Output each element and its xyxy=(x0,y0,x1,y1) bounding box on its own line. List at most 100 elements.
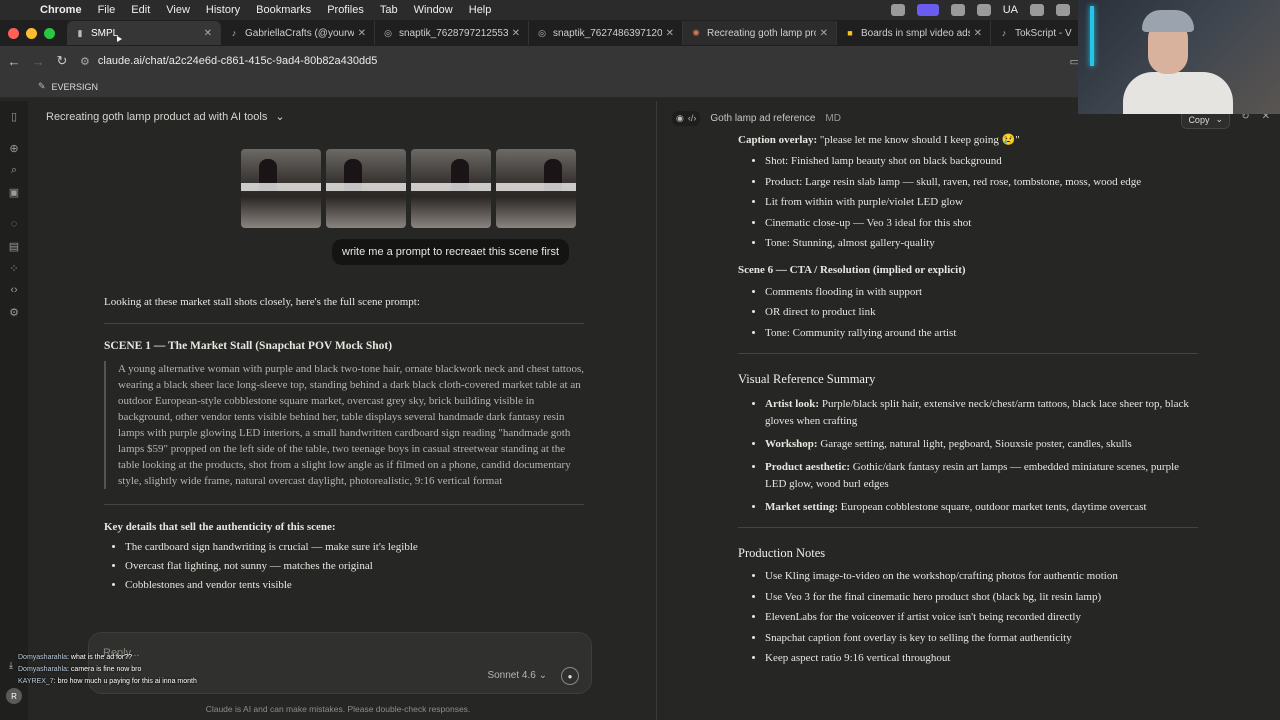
divider xyxy=(104,504,584,505)
tab-boards[interactable]: ■ Boards in smpl video ads Te ✕ xyxy=(837,21,991,45)
tab-tokscript[interactable]: ♪ TokScript - Video xyxy=(991,21,1081,45)
search-spotlight-icon[interactable] xyxy=(1056,4,1070,16)
stream-chat-user: Domyasharahla xyxy=(18,654,68,661)
close-tab-icon[interactable]: ✕ xyxy=(974,28,982,39)
library-icon[interactable]: ▤ xyxy=(9,235,19,257)
voice-mode-button[interactable]: ● xyxy=(561,667,579,685)
reload-icon[interactable]: ↻ xyxy=(50,53,74,69)
avatar[interactable]: R xyxy=(6,688,22,704)
new-chat-icon[interactable]: ⊕ xyxy=(9,137,18,159)
divider xyxy=(738,353,1198,354)
list-item: Cobblestones and vendor tents visible xyxy=(125,579,584,591)
search-icon[interactable]: ⌕ xyxy=(11,159,17,181)
tab-claude[interactable]: ✺ Recreating goth lamp produ ✕ xyxy=(683,21,837,45)
screen-record-icon[interactable] xyxy=(916,4,939,16)
tab-smpl[interactable]: ▮ SMPL ✕ xyxy=(67,21,221,45)
artifact-title: Goth lamp ad reference xyxy=(710,113,816,124)
list-item: Product aesthetic: Gothic/dark fantasy r… xyxy=(765,459,1198,493)
menu-file[interactable]: File xyxy=(98,4,116,16)
visual-reference-heading: Visual Reference Summary xyxy=(738,372,876,386)
battery-icon[interactable] xyxy=(1030,4,1044,16)
stream-chat-user: Domyasharahla xyxy=(18,666,68,673)
scene-heading: SCENE 1 — The Market Stall (Snapchat POV… xyxy=(104,340,393,352)
projects-icon[interactable]: ▣ xyxy=(9,181,19,203)
settings-icon[interactable]: ⚙ xyxy=(9,301,19,323)
window-controls xyxy=(8,27,55,39)
close-tab-icon[interactable]: ✕ xyxy=(358,28,366,39)
code-view-icon[interactable]: ‹/› xyxy=(688,113,697,124)
disclaimer: Claude is AI and can make mistakes. Plea… xyxy=(205,704,471,714)
menu-help[interactable]: Help xyxy=(469,4,492,16)
artifact-header: ◉ ‹/› Goth lamp ad reference MD xyxy=(672,111,841,126)
webcam-person-cap xyxy=(1142,10,1194,32)
stream-chat-line: Domyasharahla: what is the ad for?? xyxy=(18,654,133,661)
url-field[interactable]: ⚙ claude.ai/chat/a2c24e6d-c861-415c-9ad4… xyxy=(80,55,377,68)
tiktok-icon: ♪ xyxy=(231,28,237,38)
attached-image[interactable] xyxy=(411,149,491,228)
chevron-down-icon: ⌄ xyxy=(275,111,285,123)
bookmark-eversign[interactable]: EVERSIGN xyxy=(52,82,99,92)
chats-icon[interactable]: ◌ xyxy=(11,213,18,235)
menu-bookmarks[interactable]: Bookmarks xyxy=(256,4,311,16)
status-icon[interactable] xyxy=(890,4,905,16)
divider xyxy=(104,323,584,324)
code-icon[interactable]: ‹› xyxy=(10,279,17,301)
attached-image[interactable] xyxy=(241,149,321,228)
scene-prompt: A young alternative woman with purple an… xyxy=(104,361,584,489)
close-tab-icon[interactable]: ✕ xyxy=(666,28,674,39)
close-tab-icon[interactable]: ✕ xyxy=(820,28,828,39)
webcam-overlay xyxy=(1078,0,1280,114)
visual-reference-list: Artist look: Purple/black split hair, ex… xyxy=(765,396,1198,513)
list-item: Use Kling image-to-video on the workshop… xyxy=(765,570,1198,583)
list-item: The cardboard sign handwriting is crucia… xyxy=(125,541,584,553)
app-sidebar: ▯ ⊕ ⌕ ▣ ◌ ▤ ⁘ ‹› ⚙ xyxy=(0,101,28,720)
site-settings-icon[interactable]: ⚙ xyxy=(80,55,90,68)
item-label: Artist look: xyxy=(765,398,820,410)
tab-snaptik-2[interactable]: ◎ snaptik_7627486397120695 ✕ xyxy=(529,21,683,45)
eversign-icon: ✎ xyxy=(38,81,46,91)
menu-view[interactable]: View xyxy=(166,4,190,16)
tab-gabriellacrafts[interactable]: ♪ GabriellaCrafts (@yourwood ✕ xyxy=(221,21,375,45)
list-item: Use Veo 3 for the final cinematic hero p… xyxy=(765,591,1198,604)
menu-window[interactable]: Window xyxy=(414,4,453,16)
assistant-intro: Looking at these market stall shots clos… xyxy=(104,296,420,308)
menu-history[interactable]: History xyxy=(206,4,240,16)
chat-title[interactable]: Recreating goth lamp product ad with AI … xyxy=(46,110,285,124)
attached-image[interactable] xyxy=(326,149,406,228)
sidebar-toggle-icon[interactable]: ▯ xyxy=(11,105,17,127)
chevron-down-icon[interactable]: ⌄ xyxy=(1215,114,1223,125)
menu-edit[interactable]: Edit xyxy=(131,4,150,16)
menu-tab[interactable]: Tab xyxy=(380,4,398,16)
input-source-indicator[interactable]: UA xyxy=(1003,4,1018,16)
minimize-window-button[interactable] xyxy=(26,27,37,39)
artifact-content: Caption overlay: "please let me know sho… xyxy=(738,133,1198,673)
tab-snaptik-1[interactable]: ◎ snaptik_7628797212553666 ✕ xyxy=(375,21,529,45)
stream-chat-user: KAYREX_7 xyxy=(18,678,54,685)
model-name: Sonnet 4.6 xyxy=(487,670,536,681)
mouse-cursor-icon xyxy=(117,36,122,42)
list-item: Product: Large resin slab lamp — skull, … xyxy=(765,176,1198,189)
menu-app-name[interactable]: Chrome xyxy=(40,4,82,16)
close-window-button[interactable] xyxy=(8,27,19,39)
caption-text: "please let me know should I keep going … xyxy=(819,134,1020,146)
claude-icon: ✺ xyxy=(692,27,700,38)
preview-eye-icon[interactable]: ◉ xyxy=(676,113,684,124)
forward-icon[interactable]: → xyxy=(26,54,50,69)
assistant-message: Looking at these market stall shots clos… xyxy=(104,291,584,598)
menu-profiles[interactable]: Profiles xyxy=(327,4,364,16)
tab-title: TokScript - Video xyxy=(1015,27,1072,39)
list-item: Market setting: European cobblestone squ… xyxy=(765,501,1198,514)
tab-title: Boards in smpl video ads Te xyxy=(861,27,970,39)
list-item: Keep aspect ratio 9:16 vertical througho… xyxy=(765,652,1198,665)
divider xyxy=(738,527,1198,528)
camera-icon[interactable] xyxy=(950,4,965,16)
zoom-window-button[interactable] xyxy=(44,27,55,39)
key-details-heading: Key details that sell the authenticity o… xyxy=(104,521,336,533)
wifi-icon[interactable] xyxy=(976,4,991,16)
attached-image[interactable] xyxy=(496,149,576,228)
back-icon[interactable]: ← xyxy=(2,54,26,69)
model-selector[interactable]: Sonnet 4.6 ⌄ xyxy=(487,670,547,681)
artifacts-icon[interactable]: ⁘ xyxy=(9,257,18,279)
close-tab-icon[interactable]: ✕ xyxy=(204,28,212,39)
close-tab-icon[interactable]: ✕ xyxy=(512,28,520,39)
